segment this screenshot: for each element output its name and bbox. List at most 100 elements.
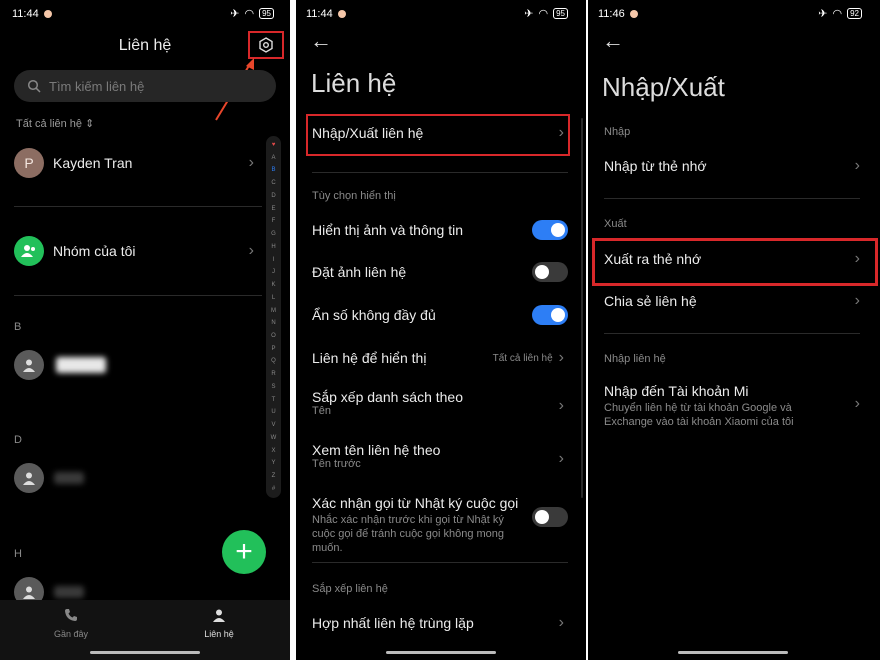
contacts-to-display-row[interactable]: Liên hệ để hiển thị Tất cả liên hệ › [312, 349, 568, 367]
view-name-row[interactable]: Xem tên liên hệ theo Tên trước › [312, 442, 568, 470]
wifi-icon: ◠ [538, 8, 549, 20]
import-export-row[interactable]: Nhập/Xuất liên hệ › [312, 124, 570, 142]
settings-gear-icon[interactable] [258, 37, 274, 53]
alpha-letter[interactable]: S [271, 384, 275, 390]
share-contacts-row[interactable]: Chia sẻ liên hệ › [604, 292, 860, 310]
alpha-letter[interactable]: N [271, 320, 275, 326]
chevron-right-icon: › [558, 349, 564, 366]
updown-icon: ⇕ [85, 118, 95, 130]
status-bar: 11:44 [12, 8, 52, 20]
scrollbar[interactable] [581, 118, 583, 498]
alpha-letter[interactable]: U [271, 409, 275, 415]
alpha-letter[interactable]: D [271, 193, 275, 199]
alpha-letter[interactable]: O [271, 333, 276, 339]
alpha-letter[interactable]: J [272, 269, 275, 275]
confirm-call-row[interactable]: Xác nhận gọi từ Nhật ký cuộc gọi Nhắc xá… [312, 495, 568, 555]
divider [14, 295, 262, 296]
back-arrow-icon[interactable]: ← [310, 28, 332, 54]
confirm-call-toggle[interactable] [532, 507, 568, 527]
home-indicator[interactable] [90, 651, 200, 654]
alpha-letter[interactable]: K [271, 282, 275, 288]
alphabet-index[interactable]: ♥ A B C D E F G H I J K L M N O P Q R S … [266, 136, 281, 498]
status-time: 11:44 [306, 8, 333, 20]
alpha-letter[interactable]: A [271, 155, 275, 161]
import-from-card-row[interactable]: Nhập từ thẻ nhớ › [604, 157, 860, 175]
set-photo-toggle[interactable] [532, 262, 568, 282]
battery-icon: 95 [259, 8, 274, 19]
merge-duplicates-row[interactable]: Hợp nhất liên hệ trùng lặp › [312, 614, 568, 632]
set-photo-row[interactable]: Đặt ảnh liên hệ [312, 262, 568, 282]
home-indicator[interactable] [386, 651, 496, 654]
import-mi-row[interactable]: Nhập đến Tài khoản Mi Chuyển liên hệ từ … [604, 383, 860, 429]
alpha-letter[interactable]: F [272, 218, 276, 224]
row-label: Nhập từ thẻ nhớ [604, 158, 707, 174]
airplane-icon: ✈ [818, 8, 828, 20]
blurred-name [54, 472, 84, 484]
phone-icon [65, 609, 77, 621]
divider [604, 198, 860, 199]
airplane-icon: ✈ [230, 8, 240, 20]
alpha-letter[interactable]: H [271, 244, 275, 250]
alpha-letter[interactable]: G [271, 231, 276, 237]
contact-row[interactable] [14, 463, 254, 493]
alpha-letter[interactable]: Q [271, 358, 276, 364]
alpha-letter[interactable]: C [271, 180, 275, 186]
chevron-right-icon: › [558, 124, 564, 141]
section-header: Xuất [604, 218, 627, 230]
back-arrow-icon[interactable]: ← [602, 28, 624, 54]
alpha-letter[interactable]: V [271, 422, 275, 428]
hide-incomplete-toggle[interactable] [532, 305, 568, 325]
section-letter: D [14, 434, 22, 446]
row-label: Sắp xếp danh sách theo [312, 389, 464, 405]
section-header: Nhập liên hệ [604, 353, 666, 365]
wifi-icon: ◠ [832, 8, 843, 20]
tab-contacts[interactable]: Liên hệ [188, 608, 250, 639]
group-name: Nhóm của tôi [53, 243, 136, 259]
alpha-letter[interactable]: P [271, 346, 275, 352]
alpha-heart[interactable]: ♥ [272, 142, 276, 148]
default-avatar-icon [14, 350, 44, 380]
contacts-screen: 11:44 ✈ ◠ 95 Liên hệ Tìm kiếm liên hệ Tấ… [0, 0, 290, 660]
home-indicator[interactable] [678, 651, 788, 654]
contact-row[interactable] [14, 350, 254, 380]
chevron-right-icon: › [854, 395, 860, 412]
sort-by-row[interactable]: Sắp xếp danh sách theo Tên › [312, 389, 568, 417]
alpha-letter[interactable]: X [271, 448, 275, 454]
chevron-right-icon: › [558, 450, 564, 467]
hide-incomplete-row[interactable]: Ẩn số không đầy đủ [312, 305, 568, 325]
status-time: 11:46 [598, 8, 625, 20]
alpha-letter[interactable]: W [271, 435, 277, 441]
section-header: Tùy chọn hiển thị [312, 190, 396, 202]
show-photo-toggle[interactable] [532, 220, 568, 240]
alpha-letter[interactable]: Z [272, 473, 276, 479]
tab-recents[interactable]: Gần đây [40, 608, 102, 639]
add-contact-fab[interactable]: + [222, 530, 266, 574]
chevron-right-icon: › [854, 250, 860, 267]
tab-label: Liên hệ [204, 629, 234, 639]
export-to-card-row[interactable]: Xuất ra thẻ nhớ › [604, 250, 860, 268]
filter-label: Tất cả liên hệ [16, 118, 83, 130]
section-header: Nhập [604, 126, 631, 138]
alpha-letter[interactable]: R [271, 371, 275, 377]
filter-dropdown[interactable]: Tất cả liên hệ ⇕ [16, 117, 94, 130]
contact-row[interactable]: P Kayden Tran › [14, 147, 254, 179]
chevron-right-icon: › [558, 614, 564, 631]
alpha-letter[interactable]: L [272, 295, 275, 301]
row-label: Xem tên liên hệ theo [312, 442, 441, 458]
chevron-right-icon: › [558, 397, 564, 414]
battery-icon: 92 [847, 8, 862, 19]
row-label: Hợp nhất liên hệ trùng lặp [312, 615, 474, 631]
alpha-letter[interactable]: M [271, 308, 276, 314]
search-bar[interactable]: Tìm kiếm liên hệ [14, 70, 276, 102]
show-photo-row[interactable]: Hiển thị ảnh và thông tin [312, 220, 568, 240]
alpha-letter[interactable]: I [273, 257, 275, 263]
alpha-letter[interactable]: # [272, 486, 275, 492]
alpha-letter[interactable]: B [271, 167, 275, 173]
alpha-letter[interactable]: Y [271, 460, 275, 466]
group-row[interactable]: Nhóm của tôi › [14, 235, 254, 267]
page-title: Liên hệ [118, 37, 172, 54]
alpha-letter[interactable]: T [272, 397, 276, 403]
alpha-letter[interactable]: E [271, 206, 275, 212]
avatar: P [14, 148, 44, 178]
page-title: Liên hệ [311, 68, 397, 98]
